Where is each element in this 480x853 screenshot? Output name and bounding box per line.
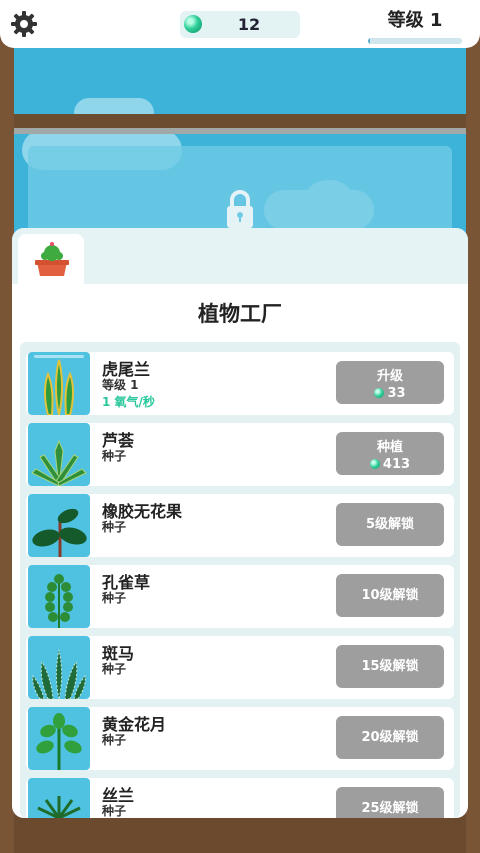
plant-status: 种子 xyxy=(102,591,127,605)
level-label: 等级 1 xyxy=(387,10,443,31)
button-label: 10级解锁 xyxy=(361,588,419,603)
oxygen-counter: 12 xyxy=(180,11,300,38)
plant-status: 种子 xyxy=(102,662,127,676)
oxygen-orb-icon xyxy=(369,459,380,469)
list-item: 黄金花月 种子 20级解锁 xyxy=(26,707,454,770)
plant-status: 种子 xyxy=(102,449,127,463)
upgrade-button[interactable]: 升级 33 xyxy=(336,361,444,404)
oxygen-orb-icon xyxy=(374,388,385,398)
unlock-button[interactable]: 25级解锁 xyxy=(336,787,444,818)
unlock-button[interactable]: 15级解锁 xyxy=(336,645,444,688)
button-label: 25级解锁 xyxy=(361,801,419,816)
button-label: 种植 xyxy=(376,440,403,455)
plant-level: 等级 1 xyxy=(102,378,139,392)
plant-list: 虎尾兰 等级 1 1 氧气/秒 升级 33 芦荟 种子 种植 413 橡胶无花果… xyxy=(20,342,460,818)
tab-strip xyxy=(12,228,468,284)
list-item: 丝兰 种子 25级解锁 xyxy=(26,778,454,818)
plant-button[interactable]: 种植 413 xyxy=(336,432,444,475)
unlock-button[interactable]: 20级解锁 xyxy=(336,716,444,759)
list-item: 橡胶无花果 种子 5级解锁 xyxy=(26,494,454,557)
peacock-plant-image xyxy=(28,565,90,628)
top-bar: 12 等级 1 xyxy=(0,0,480,48)
unlock-button[interactable]: 5级解锁 xyxy=(336,503,444,546)
unlock-button[interactable]: 10级解锁 xyxy=(336,574,444,617)
button-label: 升级 xyxy=(376,369,403,384)
rubber-fig-image xyxy=(28,494,90,557)
button-label: 20级解锁 xyxy=(361,730,419,745)
level-progress-bar xyxy=(368,38,462,44)
panel-title: 植物工厂 xyxy=(198,302,282,326)
button-cost: 33 xyxy=(387,386,406,401)
level-indicator: 等级 1 xyxy=(368,6,462,44)
zebra-plant-image xyxy=(28,636,90,699)
jade-plant-image xyxy=(28,707,90,770)
snake-plant-image xyxy=(28,352,90,415)
list-item: 芦荟 种子 种植 413 xyxy=(26,423,454,486)
potted-cactus-icon xyxy=(35,242,69,276)
oxygen-count: 12 xyxy=(237,15,261,34)
list-item: 孔雀草 种子 10级解锁 xyxy=(26,565,454,628)
plant-status: 种子 xyxy=(102,804,127,818)
right-wall xyxy=(466,40,480,853)
button-cost: 413 xyxy=(382,457,411,472)
plant-status: 种子 xyxy=(102,733,127,747)
window-sill xyxy=(14,128,466,134)
gear-icon[interactable] xyxy=(10,10,38,38)
plant-factory-panel: 植物工厂 虎尾兰 等级 1 1 氧气/秒 升级 33 芦荟 种子 种植 413 … xyxy=(12,228,468,818)
aloe-image xyxy=(28,423,90,486)
oxygen-rate: 1 氧气/秒 xyxy=(102,395,155,409)
lock-icon[interactable] xyxy=(224,190,256,228)
button-label: 5级解锁 xyxy=(365,517,415,532)
list-item: 斑马 种子 15级解锁 xyxy=(26,636,454,699)
button-label: 15级解锁 xyxy=(361,659,419,674)
plant-status: 种子 xyxy=(102,520,127,534)
yucca-image xyxy=(28,778,90,818)
tab-plants[interactable] xyxy=(18,234,84,284)
list-item: 虎尾兰 等级 1 1 氧气/秒 升级 33 xyxy=(26,352,454,415)
